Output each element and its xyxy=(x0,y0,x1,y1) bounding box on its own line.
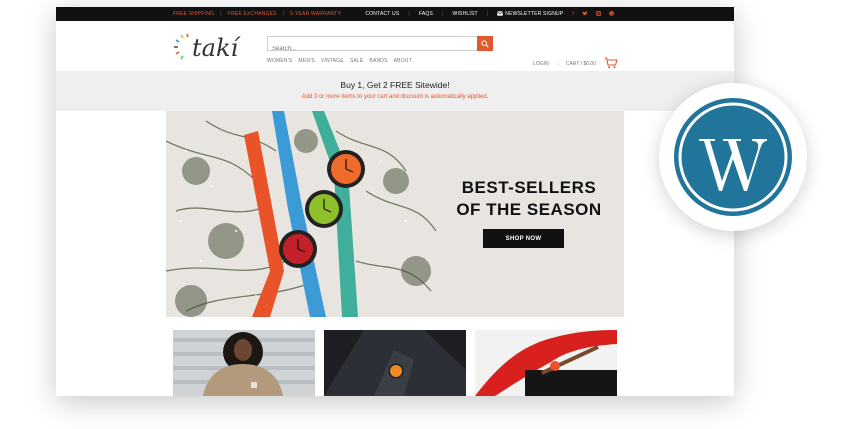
separator: | xyxy=(556,61,558,67)
nav-about[interactable]: ABOUT xyxy=(394,58,412,64)
login-link[interactable]: LOGIN xyxy=(533,61,549,67)
mens-photo xyxy=(324,330,466,396)
faqs-link[interactable]: FAQS xyxy=(419,11,433,17)
newsletter-link[interactable]: NEWSLETTER SIGNUP xyxy=(497,10,564,18)
separator: | xyxy=(220,11,222,17)
nav-bands[interactable]: BANDS xyxy=(369,58,387,64)
top-promos: FREE SHIPPING | FREE EXCHANGES | 5-YEAR … xyxy=(173,11,341,17)
site-logo[interactable]: takí xyxy=(173,31,238,65)
site-header: takí WOMEN'S MEN'S VINTAGE SALE BANDS AB… xyxy=(56,21,734,71)
promo-free-shipping[interactable]: FREE SHIPPING xyxy=(173,11,214,17)
promo-free-exchanges[interactable]: FREE EXCHANGES xyxy=(228,11,277,17)
separator: | xyxy=(408,11,410,17)
svg-text:p: p xyxy=(611,11,613,15)
search-button[interactable] xyxy=(477,36,493,51)
category-thumb-mens[interactable] xyxy=(324,330,466,396)
social-icons: f p xyxy=(572,11,614,18)
envelope-icon xyxy=(497,10,504,18)
promo-subline: Add 3 or more items to your cart and dis… xyxy=(301,94,489,100)
logo-sunburst-icon xyxy=(174,33,189,60)
promo-headline: Buy 1, Get 2 FREE Sitewide! xyxy=(340,80,450,90)
pinterest-icon[interactable]: p xyxy=(609,10,614,18)
promo-banner: Buy 1, Get 2 FREE Sitewide! Add 3 or mor… xyxy=(56,71,734,111)
category-thumb-gift[interactable] xyxy=(475,330,617,396)
search-input[interactable] xyxy=(268,42,472,56)
category-thumbnails xyxy=(173,330,617,396)
cart-link[interactable]: CART / $0.00 xyxy=(566,61,596,67)
hero-title: BEST-SELLERS OF THE SEASON xyxy=(449,177,609,221)
hero-banner[interactable]: BEST-SELLERS OF THE SEASON SHOP NOW xyxy=(166,111,624,317)
hero-title-line1: BEST-SELLERS xyxy=(461,178,597,197)
nav-sale[interactable]: SALE xyxy=(350,58,364,64)
cart-icon[interactable] xyxy=(604,57,618,71)
promo-warranty[interactable]: 5-YEAR WARRANTY xyxy=(290,11,341,17)
facebook-icon[interactable]: f xyxy=(572,11,574,18)
separator: | xyxy=(442,11,444,17)
womens-photo xyxy=(173,330,315,396)
contact-us-link[interactable]: CONTACT US xyxy=(365,11,399,17)
twitter-icon[interactable] xyxy=(582,10,588,18)
wishlist-link[interactable]: WISHLIST xyxy=(453,11,478,17)
nav-mens[interactable]: MEN'S xyxy=(298,58,314,64)
shop-now-button[interactable]: SHOP NOW xyxy=(483,229,564,248)
search-icon xyxy=(481,35,489,53)
nav-womens[interactable]: WOMEN'S xyxy=(267,58,292,64)
category-thumb-womens[interactable] xyxy=(173,330,315,396)
browser-page: FREE SHIPPING | FREE EXCHANGES | 5-YEAR … xyxy=(56,7,734,396)
top-bar: FREE SHIPPING | FREE EXCHANGES | 5-YEAR … xyxy=(56,7,734,21)
search-box xyxy=(267,36,493,56)
wordpress-badge xyxy=(659,83,807,231)
wordpress-logo-icon xyxy=(674,98,792,216)
logo-text: takí xyxy=(192,34,239,62)
separator: | xyxy=(486,11,489,17)
instagram-icon[interactable] xyxy=(596,10,601,18)
separator: | xyxy=(282,11,285,17)
gift-photo xyxy=(475,330,617,396)
nav-vintage[interactable]: VINTAGE xyxy=(321,58,344,64)
account-area: LOGIN | CART / $0.00 xyxy=(533,57,618,71)
top-links: CONTACT US | FAQS | WISHLIST | NEWSLETTE… xyxy=(365,11,614,18)
main-nav: WOMEN'S MEN'S VINTAGE SALE BANDS ABOUT xyxy=(267,58,412,64)
hero-title-line2: OF THE SEASON xyxy=(456,200,602,219)
newsletter-label: NEWSLETTER SIGNUP xyxy=(505,11,564,17)
